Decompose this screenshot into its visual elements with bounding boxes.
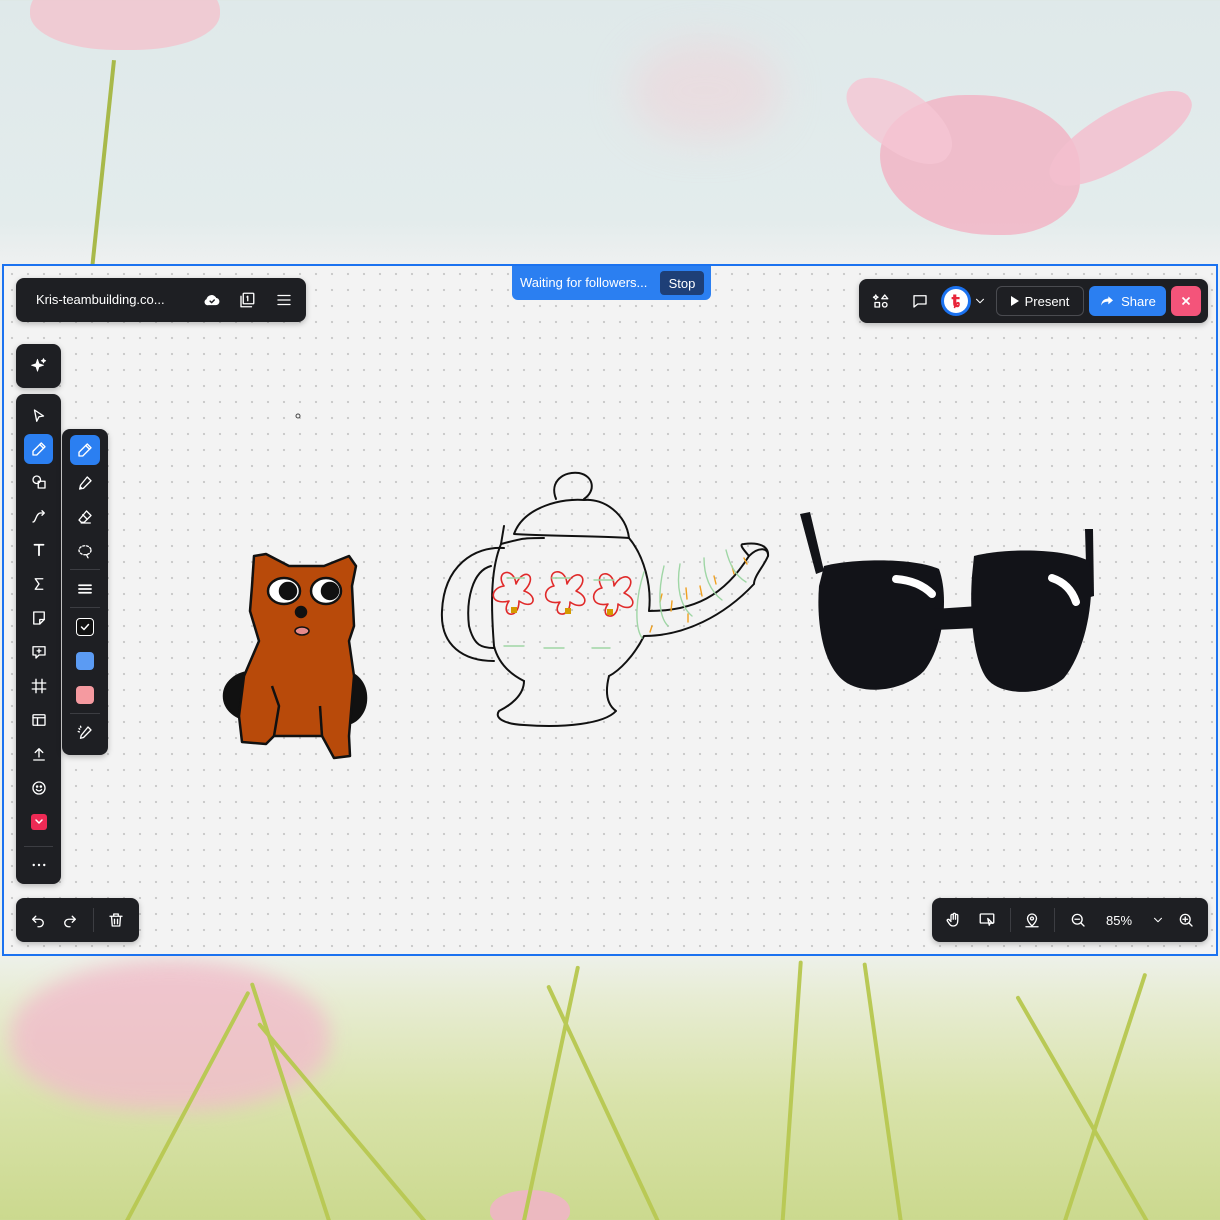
- select-cursor-icon[interactable]: [24, 402, 53, 430]
- frame-icon[interactable]: [24, 672, 53, 700]
- hand-pan-icon[interactable]: [940, 907, 968, 933]
- pencil-icon: [31, 442, 46, 456]
- trash-icon[interactable]: [102, 907, 130, 933]
- top-right-toolbar: ȶ Present Share: [859, 279, 1208, 323]
- checkmark-icon: [80, 623, 90, 631]
- background-flower-blur: [630, 40, 780, 140]
- pink-swatch-fill: [76, 686, 94, 704]
- formula-sigma-icon[interactable]: [24, 570, 53, 598]
- redo-icon[interactable]: [56, 907, 84, 933]
- stop-label: Stop: [668, 275, 696, 291]
- background-stem: [90, 60, 116, 270]
- zoom-in-icon[interactable]: [1172, 907, 1200, 933]
- sunglasses-drawing: [800, 512, 1094, 692]
- comments-icon[interactable]: [907, 289, 933, 313]
- bear-drawing: [222, 552, 368, 760]
- lasso-icon[interactable]: [70, 537, 100, 565]
- undo-icon[interactable]: [24, 907, 52, 933]
- play-icon: [1010, 296, 1019, 306]
- whiteboard-window: Kris-teambuilding.co... Waiting for foll…: [2, 264, 1218, 956]
- comment-card-icon[interactable]: [24, 638, 53, 666]
- app-logo-avatar[interactable]: ȶ: [941, 286, 971, 316]
- view-controls-panel: 85%: [932, 898, 1208, 942]
- board-title[interactable]: Kris-teambuilding.co...: [36, 292, 165, 307]
- toolbar-divider: [24, 846, 53, 847]
- history-divider: [93, 908, 94, 932]
- view-divider: [1054, 908, 1055, 932]
- upload-icon[interactable]: [24, 740, 53, 768]
- highlighter-icon[interactable]: [70, 469, 100, 497]
- presentation-pointer-icon[interactable]: [972, 907, 1002, 933]
- follow-banner-text: Waiting for followers...: [520, 275, 648, 290]
- template-layout-icon[interactable]: [24, 706, 53, 734]
- eraser-icon[interactable]: [70, 503, 100, 531]
- present-label: Present: [1024, 293, 1070, 309]
- grass-blade: [256, 1021, 434, 1220]
- connector-icon[interactable]: [24, 502, 53, 530]
- close-button[interactable]: [1171, 286, 1201, 316]
- location-pin-icon[interactable]: [1018, 907, 1046, 933]
- zoom-chevron-down-icon[interactable]: [1148, 908, 1168, 932]
- pen-tool-button[interactable]: [24, 434, 53, 464]
- blue-color-swatch[interactable]: [70, 647, 100, 675]
- board-header-panel: Kris-teambuilding.co...: [16, 278, 306, 322]
- share-label: Share: [1121, 293, 1156, 309]
- app-integration-icon[interactable]: [24, 808, 53, 836]
- left-toolbar: [16, 394, 61, 884]
- pen-divider: [70, 569, 100, 570]
- pencil-icon: [78, 443, 92, 457]
- teapot-drawing: [440, 471, 770, 727]
- pen-divider: [70, 713, 100, 714]
- app-logo-icon: ȶ: [944, 289, 968, 313]
- grass-blade: [780, 960, 803, 1220]
- canvas-dot: [295, 413, 301, 419]
- present-button[interactable]: Present: [996, 286, 1084, 316]
- emoji-icon[interactable]: [24, 774, 53, 802]
- ai-shapes-icon[interactable]: [867, 289, 895, 313]
- chevron-down-icon[interactable]: [972, 291, 988, 311]
- cloud-sync-icon[interactable]: [200, 288, 224, 312]
- background-flower-topleft: [30, 0, 220, 50]
- pen-divider: [70, 607, 100, 608]
- pen-option-button[interactable]: [70, 435, 100, 465]
- grass-blade: [1015, 995, 1154, 1220]
- stroke-width-icon[interactable]: [70, 575, 100, 603]
- sparkle-icon[interactable]: [24, 352, 53, 380]
- background-flower-bottomleft: [10, 960, 330, 1110]
- pages-icon[interactable]: [234, 288, 260, 312]
- view-divider: [1010, 908, 1011, 932]
- stop-following-button[interactable]: Stop: [660, 271, 704, 295]
- shapes-icon[interactable]: [24, 468, 53, 496]
- text-icon[interactable]: [24, 536, 53, 564]
- color-picker-icon[interactable]: [70, 719, 100, 747]
- grass-blade: [546, 984, 664, 1220]
- follow-banner: Waiting for followers... Stop: [512, 266, 711, 300]
- close-icon: [1181, 296, 1191, 306]
- main-menu-icon[interactable]: [272, 288, 296, 312]
- zoom-level[interactable]: 85%: [1106, 913, 1132, 928]
- share-button[interactable]: Share: [1089, 286, 1166, 316]
- zoom-out-icon[interactable]: [1064, 907, 1092, 933]
- black-color-swatch[interactable]: [70, 613, 100, 641]
- ai-assist-panel: [16, 344, 61, 388]
- more-tools-icon[interactable]: [24, 852, 53, 878]
- pink-color-swatch[interactable]: [70, 681, 100, 709]
- blue-swatch-fill: [76, 652, 94, 670]
- grass-blade: [520, 965, 581, 1220]
- grass-blade: [862, 962, 904, 1220]
- sticky-note-icon[interactable]: [24, 604, 53, 632]
- pen-options-panel: [62, 429, 108, 755]
- share-arrow-icon: [1101, 296, 1114, 306]
- history-panel: [16, 898, 139, 942]
- whiteboard-canvas[interactable]: [4, 266, 1218, 956]
